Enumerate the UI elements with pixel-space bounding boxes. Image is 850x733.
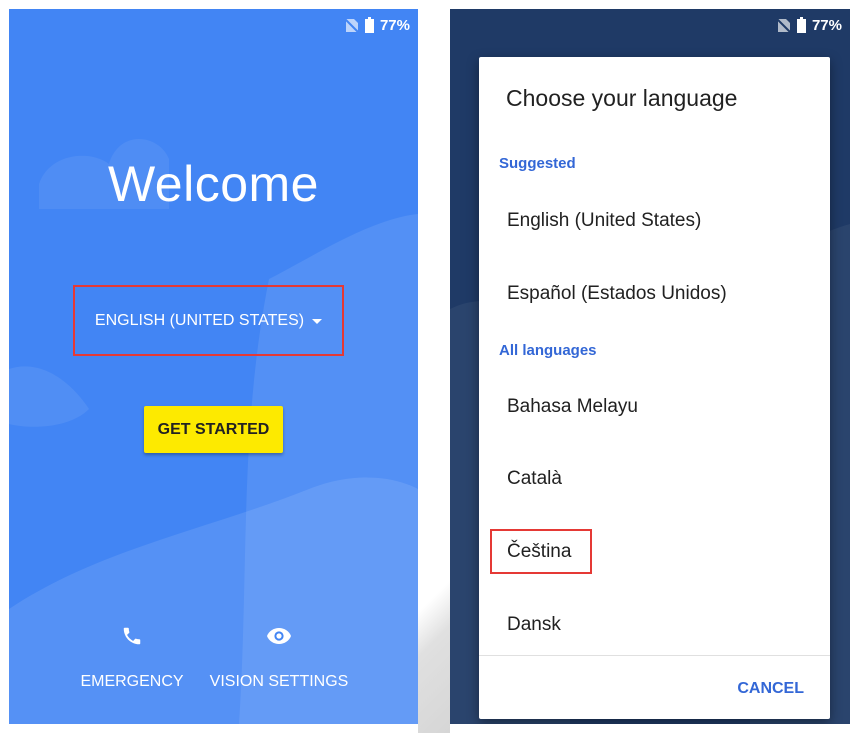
dropdown-caret-icon [312,319,323,324]
vision-settings-label: VISION SETTINGS [209,673,349,690]
language-selector[interactable]: ENGLISH (UNITED STATES) [73,285,344,356]
emergency-button[interactable]: EMERGENCY [72,621,192,691]
emergency-label: EMERGENCY [80,673,184,690]
vision-settings-button[interactable]: VISION SETTINGS [204,621,354,691]
cancel-button[interactable]: CANCEL [737,680,804,698]
battery-icon [364,17,374,33]
battery-icon [796,17,806,33]
no-sim-icon [344,17,359,33]
language-option-english-us[interactable]: English (United States) [507,210,701,232]
no-sim-icon [776,17,791,33]
status-bar: 77% [344,9,418,41]
get-started-button[interactable]: GET STARTED [144,406,283,453]
language-screen: 77% Choose your language Suggested Engli… [450,9,850,724]
language-option-cestina[interactable]: Čeština [507,541,571,563]
suggested-header: Suggested [499,155,576,172]
language-dialog: Choose your language Suggested English (… [479,57,830,719]
all-languages-header: All languages [499,342,597,359]
screen-gutter [418,0,450,733]
language-option-bahasa-melayu[interactable]: Bahasa Melayu [507,396,638,418]
language-option-catala[interactable]: Català [507,468,562,490]
language-selector-label: ENGLISH (UNITED STATES) [94,311,305,329]
dialog-divider [479,655,830,656]
welcome-title: Welcome [108,156,319,212]
background-waves [9,139,418,724]
battery-level: 77% [379,16,410,34]
battery-level: 77% [811,16,842,34]
dialog-title: Choose your language [506,85,738,111]
phone-icon [123,627,141,645]
eye-icon [267,628,291,644]
welcome-screen: 77% Welcome ENGLISH (UNITED STATES) GET … [9,9,418,724]
language-option-dansk[interactable]: Dansk [507,614,561,636]
language-option-espanol-us[interactable]: Español (Estados Unidos) [507,283,727,305]
status-bar-right: 77% [776,9,850,41]
